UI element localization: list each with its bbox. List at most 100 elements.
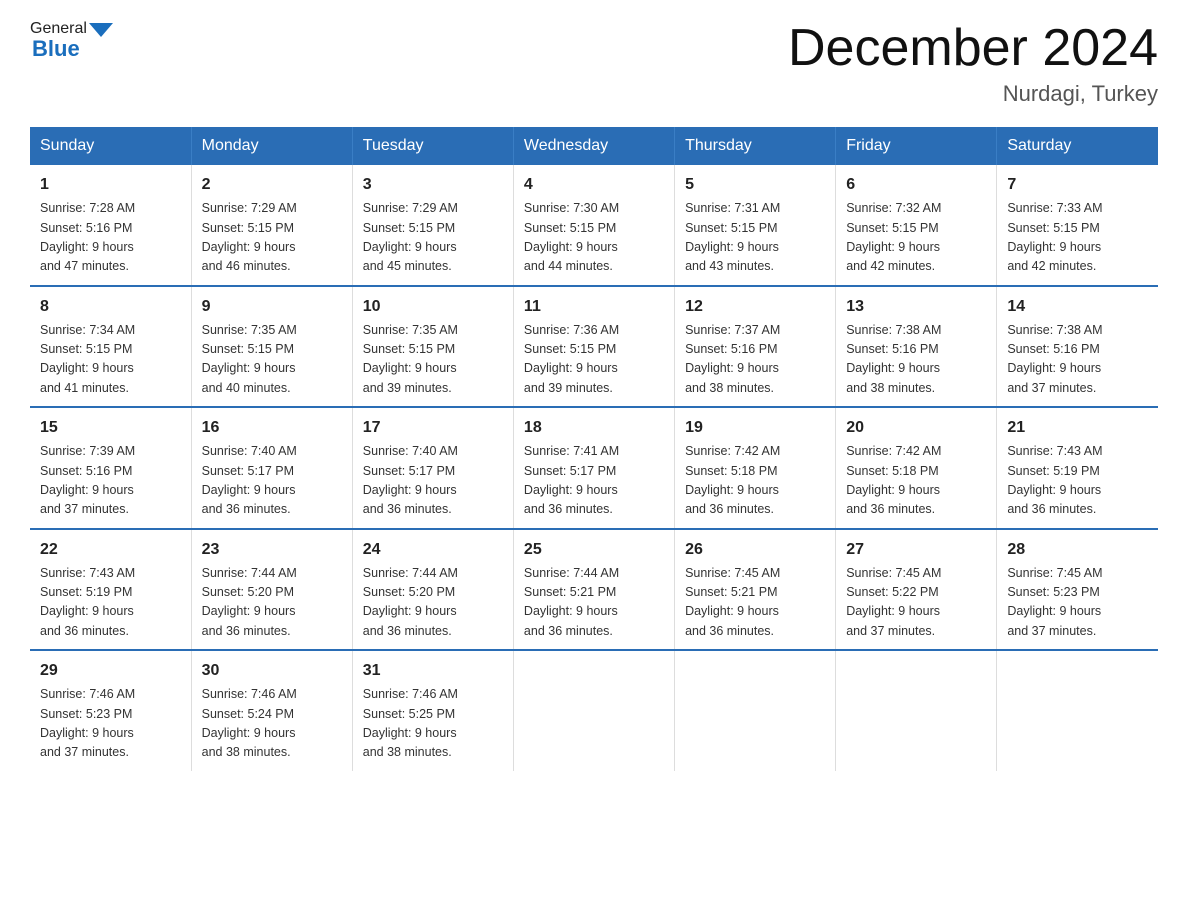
day-info: Sunrise: 7:35 AMSunset: 5:15 PMDaylight:… xyxy=(363,321,503,399)
calendar-cell: 19Sunrise: 7:42 AMSunset: 5:18 PMDayligh… xyxy=(675,407,836,529)
day-number: 6 xyxy=(846,173,986,197)
day-info: Sunrise: 7:41 AMSunset: 5:17 PMDaylight:… xyxy=(524,442,664,520)
day-number: 27 xyxy=(846,538,986,562)
calendar-table: SundayMondayTuesdayWednesdayThursdayFrid… xyxy=(30,127,1158,771)
calendar-cell: 3Sunrise: 7:29 AMSunset: 5:15 PMDaylight… xyxy=(352,165,513,286)
day-info: Sunrise: 7:44 AMSunset: 5:20 PMDaylight:… xyxy=(363,564,503,642)
calendar-cell: 8Sunrise: 7:34 AMSunset: 5:15 PMDaylight… xyxy=(30,286,191,408)
day-info: Sunrise: 7:29 AMSunset: 5:15 PMDaylight:… xyxy=(363,199,503,277)
weekday-header-friday: Friday xyxy=(836,127,997,165)
calendar-cell: 22Sunrise: 7:43 AMSunset: 5:19 PMDayligh… xyxy=(30,529,191,651)
day-info: Sunrise: 7:44 AMSunset: 5:20 PMDaylight:… xyxy=(202,564,342,642)
calendar-cell: 12Sunrise: 7:37 AMSunset: 5:16 PMDayligh… xyxy=(675,286,836,408)
calendar-cell: 30Sunrise: 7:46 AMSunset: 5:24 PMDayligh… xyxy=(191,650,352,771)
calendar-cell: 28Sunrise: 7:45 AMSunset: 5:23 PMDayligh… xyxy=(997,529,1158,651)
day-number: 16 xyxy=(202,416,342,440)
calendar-cell: 5Sunrise: 7:31 AMSunset: 5:15 PMDaylight… xyxy=(675,165,836,286)
logo-blue-text: Blue xyxy=(30,36,80,62)
day-number: 4 xyxy=(524,173,664,197)
day-number: 7 xyxy=(1007,173,1148,197)
day-info: Sunrise: 7:40 AMSunset: 5:17 PMDaylight:… xyxy=(363,442,503,520)
weekday-header-saturday: Saturday xyxy=(997,127,1158,165)
day-info: Sunrise: 7:45 AMSunset: 5:21 PMDaylight:… xyxy=(685,564,825,642)
page-header: General Blue December 2024 Nurdagi, Turk… xyxy=(30,20,1158,107)
calendar-week-row: 15Sunrise: 7:39 AMSunset: 5:16 PMDayligh… xyxy=(30,407,1158,529)
calendar-cell: 27Sunrise: 7:45 AMSunset: 5:22 PMDayligh… xyxy=(836,529,997,651)
calendar-cell xyxy=(513,650,674,771)
calendar-week-row: 8Sunrise: 7:34 AMSunset: 5:15 PMDaylight… xyxy=(30,286,1158,408)
calendar-cell: 6Sunrise: 7:32 AMSunset: 5:15 PMDaylight… xyxy=(836,165,997,286)
calendar-cell: 15Sunrise: 7:39 AMSunset: 5:16 PMDayligh… xyxy=(30,407,191,529)
day-number: 13 xyxy=(846,295,986,319)
calendar-cell: 31Sunrise: 7:46 AMSunset: 5:25 PMDayligh… xyxy=(352,650,513,771)
day-info: Sunrise: 7:31 AMSunset: 5:15 PMDaylight:… xyxy=(685,199,825,277)
calendar-cell: 4Sunrise: 7:30 AMSunset: 5:15 PMDaylight… xyxy=(513,165,674,286)
day-info: Sunrise: 7:34 AMSunset: 5:15 PMDaylight:… xyxy=(40,321,181,399)
calendar-cell xyxy=(997,650,1158,771)
weekday-header-sunday: Sunday xyxy=(30,127,191,165)
day-info: Sunrise: 7:45 AMSunset: 5:23 PMDaylight:… xyxy=(1007,564,1148,642)
day-info: Sunrise: 7:32 AMSunset: 5:15 PMDaylight:… xyxy=(846,199,986,277)
day-number: 25 xyxy=(524,538,664,562)
weekday-header-wednesday: Wednesday xyxy=(513,127,674,165)
day-info: Sunrise: 7:42 AMSunset: 5:18 PMDaylight:… xyxy=(685,442,825,520)
calendar-cell: 7Sunrise: 7:33 AMSunset: 5:15 PMDaylight… xyxy=(997,165,1158,286)
day-info: Sunrise: 7:46 AMSunset: 5:24 PMDaylight:… xyxy=(202,685,342,763)
day-number: 20 xyxy=(846,416,986,440)
day-number: 12 xyxy=(685,295,825,319)
day-info: Sunrise: 7:33 AMSunset: 5:15 PMDaylight:… xyxy=(1007,199,1148,277)
day-number: 29 xyxy=(40,659,181,683)
day-number: 9 xyxy=(202,295,342,319)
day-info: Sunrise: 7:45 AMSunset: 5:22 PMDaylight:… xyxy=(846,564,986,642)
day-info: Sunrise: 7:38 AMSunset: 5:16 PMDaylight:… xyxy=(1007,321,1148,399)
day-number: 18 xyxy=(524,416,664,440)
calendar-cell: 13Sunrise: 7:38 AMSunset: 5:16 PMDayligh… xyxy=(836,286,997,408)
weekday-header-thursday: Thursday xyxy=(675,127,836,165)
calendar-cell: 11Sunrise: 7:36 AMSunset: 5:15 PMDayligh… xyxy=(513,286,674,408)
weekday-header-tuesday: Tuesday xyxy=(352,127,513,165)
day-number: 26 xyxy=(685,538,825,562)
day-number: 23 xyxy=(202,538,342,562)
calendar-cell xyxy=(836,650,997,771)
day-number: 19 xyxy=(685,416,825,440)
calendar-cell: 29Sunrise: 7:46 AMSunset: 5:23 PMDayligh… xyxy=(30,650,191,771)
day-info: Sunrise: 7:43 AMSunset: 5:19 PMDaylight:… xyxy=(1007,442,1148,520)
weekday-header-monday: Monday xyxy=(191,127,352,165)
calendar-cell: 20Sunrise: 7:42 AMSunset: 5:18 PMDayligh… xyxy=(836,407,997,529)
day-info: Sunrise: 7:44 AMSunset: 5:21 PMDaylight:… xyxy=(524,564,664,642)
day-number: 17 xyxy=(363,416,503,440)
calendar-cell: 1Sunrise: 7:28 AMSunset: 5:16 PMDaylight… xyxy=(30,165,191,286)
day-info: Sunrise: 7:30 AMSunset: 5:15 PMDaylight:… xyxy=(524,199,664,277)
calendar-cell: 24Sunrise: 7:44 AMSunset: 5:20 PMDayligh… xyxy=(352,529,513,651)
calendar-cell: 16Sunrise: 7:40 AMSunset: 5:17 PMDayligh… xyxy=(191,407,352,529)
title-area: December 2024 Nurdagi, Turkey xyxy=(788,20,1158,107)
location-text: Nurdagi, Turkey xyxy=(788,81,1158,107)
logo: General Blue xyxy=(30,20,113,62)
calendar-cell: 2Sunrise: 7:29 AMSunset: 5:15 PMDaylight… xyxy=(191,165,352,286)
day-info: Sunrise: 7:42 AMSunset: 5:18 PMDaylight:… xyxy=(846,442,986,520)
day-number: 8 xyxy=(40,295,181,319)
day-number: 2 xyxy=(202,173,342,197)
calendar-cell: 18Sunrise: 7:41 AMSunset: 5:17 PMDayligh… xyxy=(513,407,674,529)
month-title: December 2024 xyxy=(788,20,1158,77)
day-info: Sunrise: 7:39 AMSunset: 5:16 PMDaylight:… xyxy=(40,442,181,520)
logo-arrow-icon xyxy=(89,23,113,37)
day-info: Sunrise: 7:46 AMSunset: 5:23 PMDaylight:… xyxy=(40,685,181,763)
calendar-cell: 25Sunrise: 7:44 AMSunset: 5:21 PMDayligh… xyxy=(513,529,674,651)
day-info: Sunrise: 7:29 AMSunset: 5:15 PMDaylight:… xyxy=(202,199,342,277)
day-number: 31 xyxy=(363,659,503,683)
day-number: 14 xyxy=(1007,295,1148,319)
calendar-cell: 10Sunrise: 7:35 AMSunset: 5:15 PMDayligh… xyxy=(352,286,513,408)
calendar-cell: 21Sunrise: 7:43 AMSunset: 5:19 PMDayligh… xyxy=(997,407,1158,529)
day-number: 21 xyxy=(1007,416,1148,440)
calendar-cell: 26Sunrise: 7:45 AMSunset: 5:21 PMDayligh… xyxy=(675,529,836,651)
day-number: 15 xyxy=(40,416,181,440)
calendar-cell: 17Sunrise: 7:40 AMSunset: 5:17 PMDayligh… xyxy=(352,407,513,529)
day-info: Sunrise: 7:36 AMSunset: 5:15 PMDaylight:… xyxy=(524,321,664,399)
calendar-cell: 23Sunrise: 7:44 AMSunset: 5:20 PMDayligh… xyxy=(191,529,352,651)
day-number: 28 xyxy=(1007,538,1148,562)
day-number: 1 xyxy=(40,173,181,197)
day-number: 30 xyxy=(202,659,342,683)
weekday-header-row: SundayMondayTuesdayWednesdayThursdayFrid… xyxy=(30,127,1158,165)
day-info: Sunrise: 7:28 AMSunset: 5:16 PMDaylight:… xyxy=(40,199,181,277)
